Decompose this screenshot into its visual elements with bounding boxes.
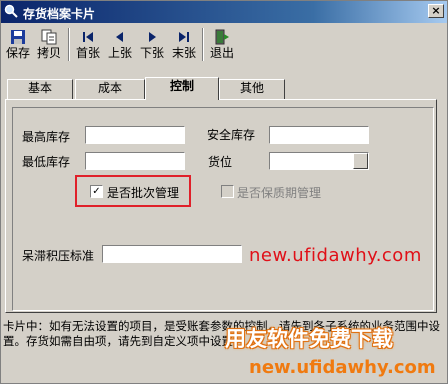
toolbar: 保存 拷贝 首张 上张 下张 末张 退出 <box>1 25 447 63</box>
exit-label: 退出 <box>209 46 234 60</box>
next-record-icon <box>149 32 156 42</box>
location-dropdown-button[interactable] <box>353 153 368 169</box>
exit-button[interactable]: 退出 <box>207 28 237 61</box>
max-stock-label: 最高库存 <box>22 130 71 144</box>
shelf-life-label: 是否保质期管理 <box>237 186 322 200</box>
tab-control[interactable]: 控制 <box>145 77 219 100</box>
previous-record-button[interactable]: 上张 <box>105 28 135 61</box>
first-record-button[interactable]: 首张 <box>73 28 103 61</box>
next-record-button[interactable]: 下张 <box>137 28 167 61</box>
max-stock-input[interactable] <box>85 126 185 144</box>
magnifier-icon <box>4 4 18 18</box>
batch-management-checkbox[interactable]: ✓ <box>90 185 103 198</box>
watermark-url-orange: new.ufidawhy.com <box>249 357 436 378</box>
previous-record-icon <box>116 32 123 42</box>
shelf-life-checkbox[interactable] <box>221 185 234 198</box>
safety-stock-input[interactable] <box>269 126 369 144</box>
min-stock-input[interactable] <box>85 152 185 170</box>
copy-icon <box>41 29 57 45</box>
location-label: 货位 <box>208 155 233 169</box>
batch-management-label: 是否批次管理 <box>107 186 180 200</box>
toolbar-separator <box>68 28 70 61</box>
last-record-icon <box>179 32 189 42</box>
tab-other[interactable]: 其他 <box>219 79 285 99</box>
tab-basic[interactable]: 基本 <box>7 79 73 99</box>
floppy-disk-icon <box>11 30 25 44</box>
stagnant-standard-label: 呆滞积压标准 <box>22 249 95 263</box>
min-stock-label: 最低库存 <box>22 155 71 169</box>
save-button[interactable]: 保存 <box>3 28 33 61</box>
last-record-label: 末张 <box>171 46 196 60</box>
stagnant-standard-input[interactable] <box>102 245 242 263</box>
save-label: 保存 <box>5 46 30 60</box>
next-record-label: 下张 <box>139 46 164 60</box>
safety-stock-label: 安全库存 <box>207 128 256 142</box>
exit-door-icon <box>215 29 229 45</box>
window-title: 存货档案卡片 <box>23 7 96 21</box>
copy-button[interactable]: 拷贝 <box>34 28 64 61</box>
copy-label: 拷贝 <box>36 46 61 60</box>
previous-record-label: 上张 <box>107 46 132 60</box>
toolbar-separator <box>202 28 204 61</box>
watermark-url-red: new.ufidawhy.com <box>249 245 422 266</box>
watermark-brand: 用友软件免费下载 <box>225 327 393 351</box>
title-bar: 存货档案卡片 × <box>1 1 447 23</box>
tab-cost[interactable]: 成本 <box>75 79 145 99</box>
inventory-card-window: 存货档案卡片 × 保存 拷贝 首张 上张 下张 末张 退出 基本 成本 控制 其… <box>0 0 448 384</box>
first-record-label: 首张 <box>75 46 100 60</box>
first-record-icon <box>83 32 93 42</box>
location-select[interactable] <box>269 152 369 170</box>
last-record-button[interactable]: 末张 <box>169 28 199 61</box>
close-button[interactable]: × <box>428 4 444 18</box>
